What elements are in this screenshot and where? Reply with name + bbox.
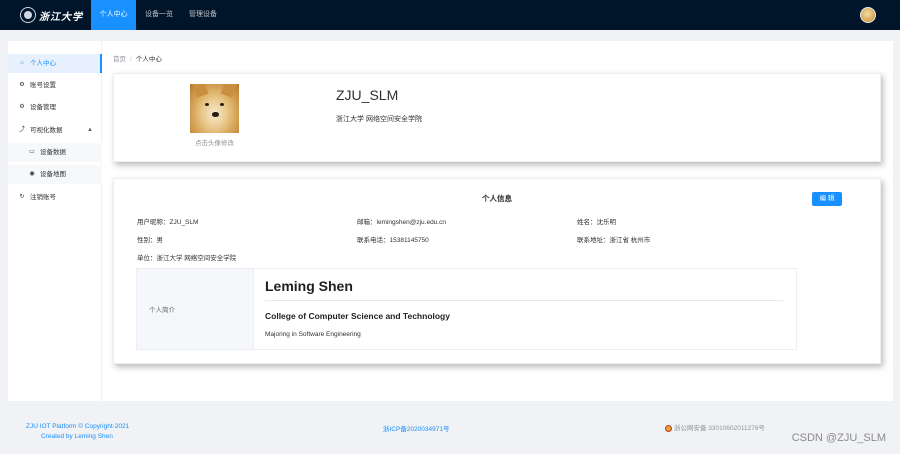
intro-label: 个人简介: [137, 269, 254, 349]
avatar-ear: [191, 84, 209, 98]
sidebar-item-label: 设备地图: [40, 171, 66, 178]
profile-organization: 浙江大学 网络空间安全学院: [336, 116, 422, 123]
footer-police-record[interactable]: 浙公网安备 33010602011276号: [665, 422, 765, 432]
main-panel: ⌂ 个人中心 ⚙ 账号设置 ⚙ 设备管理 ⤴ 可视化数据 ▲ ▭ 设备数据 ◉ …: [8, 41, 893, 401]
sidebar-item-visualization[interactable]: ⤴ 可视化数据 ▲: [8, 121, 102, 140]
nav-personal-center[interactable]: 个人中心: [91, 0, 136, 30]
chart-icon: ⤴: [18, 127, 25, 133]
field-address: 联系地址：浙江省 杭州市: [577, 237, 651, 244]
breadcrumb-separator: /: [130, 56, 132, 63]
intro-divider: [265, 300, 783, 301]
user-avatar[interactable]: [860, 7, 876, 23]
breadcrumb-home[interactable]: 首页: [113, 56, 126, 63]
breadcrumb: 首页 / 个人中心: [113, 53, 162, 63]
avatar-eye: [205, 103, 209, 106]
footer-icp-link[interactable]: 浙ICP备2020034971号: [383, 423, 450, 433]
avatar-ear: [220, 84, 238, 98]
edit-button[interactable]: 编 辑: [812, 192, 842, 206]
police-badge-icon: [665, 424, 672, 432]
profile-card: 点击头像修改 ZJU_SLM 浙江大学 网络空间安全学院: [113, 73, 881, 162]
image-icon: ▭: [29, 149, 35, 155]
home-icon: ⌂: [20, 60, 24, 66]
sidebar-item-account-settings[interactable]: ⚙ 账号设置: [8, 76, 102, 95]
info-title: 个人信息: [482, 194, 512, 203]
nav-manage-devices[interactable]: 管理设备: [182, 0, 224, 30]
intro-section: 个人简介 Leming Shen College of Computer Sci…: [136, 268, 797, 350]
logo-text: 浙江大学: [39, 11, 83, 23]
profile-username: ZJU_SLM: [336, 87, 399, 103]
field-email: 邮箱：lemingshen@zju.edu.cn: [357, 219, 446, 226]
university-logo[interactable]: 浙江大学: [20, 6, 83, 24]
nav-device-overview[interactable]: 设备一览: [138, 0, 180, 30]
avatar-nose: [212, 112, 219, 117]
sidebar-item-device-map[interactable]: ◉ 设备地图: [8, 165, 102, 184]
field-nickname: 用户昵称：ZJU_SLM: [137, 219, 199, 226]
gear-icon: ⚙: [19, 104, 25, 110]
info-card: 个人信息 编 辑 用户昵称：ZJU_SLM 邮箱：lemingshen@zju.…: [113, 178, 881, 364]
intro-heading-name: Leming Shen: [265, 278, 353, 294]
sidebar: ⌂ 个人中心 ⚙ 账号设置 ⚙ 设备管理 ⤴ 可视化数据 ▲ ▭ 设备数据 ◉ …: [8, 41, 102, 401]
sidebar-item-device-data[interactable]: ▭ 设备数据: [8, 143, 102, 162]
logout-icon: ↻: [19, 194, 25, 200]
field-unit: 单位：浙江大学 网络空间安全学院: [137, 255, 237, 262]
avatar-eye: [220, 103, 224, 106]
sidebar-item-label: 可视化数据: [30, 127, 63, 134]
sidebar-item-label: 个人中心: [30, 60, 56, 67]
sidebar-item-label: 设备管理: [30, 104, 56, 111]
sidebar-item-device-management[interactable]: ⚙ 设备管理: [8, 98, 102, 117]
footer-copyright: ZJU IOT Platform © Copyright-2021: [26, 423, 130, 430]
profile-avatar[interactable]: [190, 84, 239, 133]
sidebar-item-personal-center[interactable]: ⌂ 个人中心: [8, 54, 102, 73]
top-navbar: 浙江大学 个人中心 设备一览 管理设备: [0, 0, 900, 30]
seal-icon: [20, 7, 36, 23]
footer-police-text: 浙公网安备 33010602011276号: [674, 425, 765, 432]
field-phone: 联系电话：15381145750: [357, 237, 429, 244]
field-gender: 性别：男: [137, 237, 163, 244]
sidebar-item-label: 设备数据: [40, 149, 66, 156]
intro-college: College of Computer Science and Technolo…: [265, 311, 450, 321]
avatar-change-hint[interactable]: 点击头像修改: [190, 137, 239, 147]
csdn-watermark: CSDN @ZJU_SLM: [791, 432, 886, 444]
chevron-up-icon[interactable]: ▲: [87, 121, 93, 140]
location-icon: ◉: [29, 171, 35, 177]
sidebar-item-logout[interactable]: ↻ 注销账号: [8, 188, 102, 207]
intro-major: Majoring in Software Engineering: [265, 331, 361, 338]
field-name: 姓名：沈乐明: [577, 219, 616, 226]
sidebar-item-label: 账号设置: [30, 82, 56, 89]
sidebar-item-label: 注销账号: [30, 194, 56, 201]
breadcrumb-current: 个人中心: [135, 56, 162, 63]
footer: ZJU IOT Platform © Copyright-2021 Create…: [0, 402, 900, 454]
footer-author: Created by Leming Shen: [41, 433, 113, 440]
gear-icon: ⚙: [19, 82, 25, 88]
